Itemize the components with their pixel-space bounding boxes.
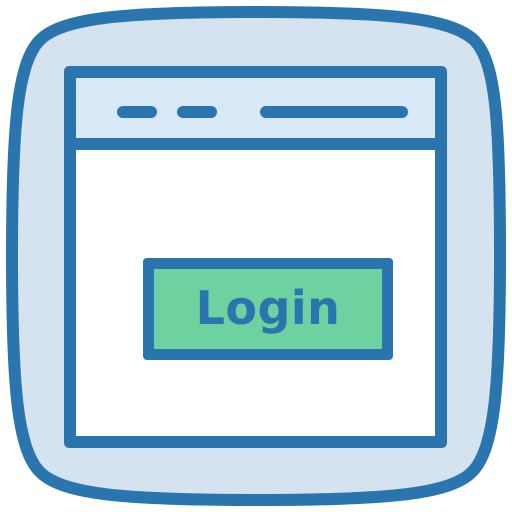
window-content: Login [76,150,435,436]
browser-window: Login [64,66,447,448]
window-control-dash [117,106,157,118]
window-title-bar [76,78,435,150]
login-button-label: Login [195,281,341,335]
browser-login-icon: Login [0,0,512,512]
address-bar-line [260,106,408,118]
window-control-dash [177,106,217,118]
login-button[interactable]: Login [143,258,393,360]
